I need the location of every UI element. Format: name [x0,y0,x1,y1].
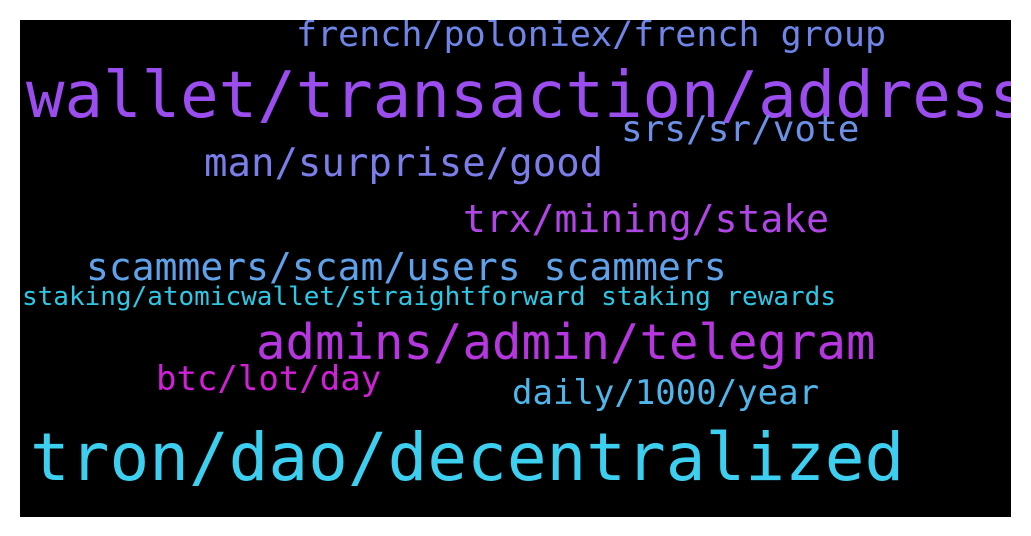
word-daily-1000-year: daily/1000/year [512,373,820,413]
word-french-poloniex: french/poloniex/french group [296,20,887,55]
word-wallet-transaction-address: wallet/transaction/address [26,59,1011,133]
word-trx-mining-stake: trx/mining/stake [463,197,830,241]
word-tron-dao-decentralized: tron/dao/decentralized [30,419,905,496]
word-cloud-canvas: french/poloniex/french group wallet/tran… [20,20,1011,517]
word-srs-sr-vote: srs/sr/vote [621,109,860,150]
word-btc-lot-day: btc/lot/day [156,359,382,399]
word-man-surprise-good: man/surprise/good [204,141,604,186]
word-scammers-scam-users: scammers/scam/users scammers [86,245,727,289]
word-staking-atomicwallet: staking/atomicwallet/straightforward sta… [22,282,836,312]
